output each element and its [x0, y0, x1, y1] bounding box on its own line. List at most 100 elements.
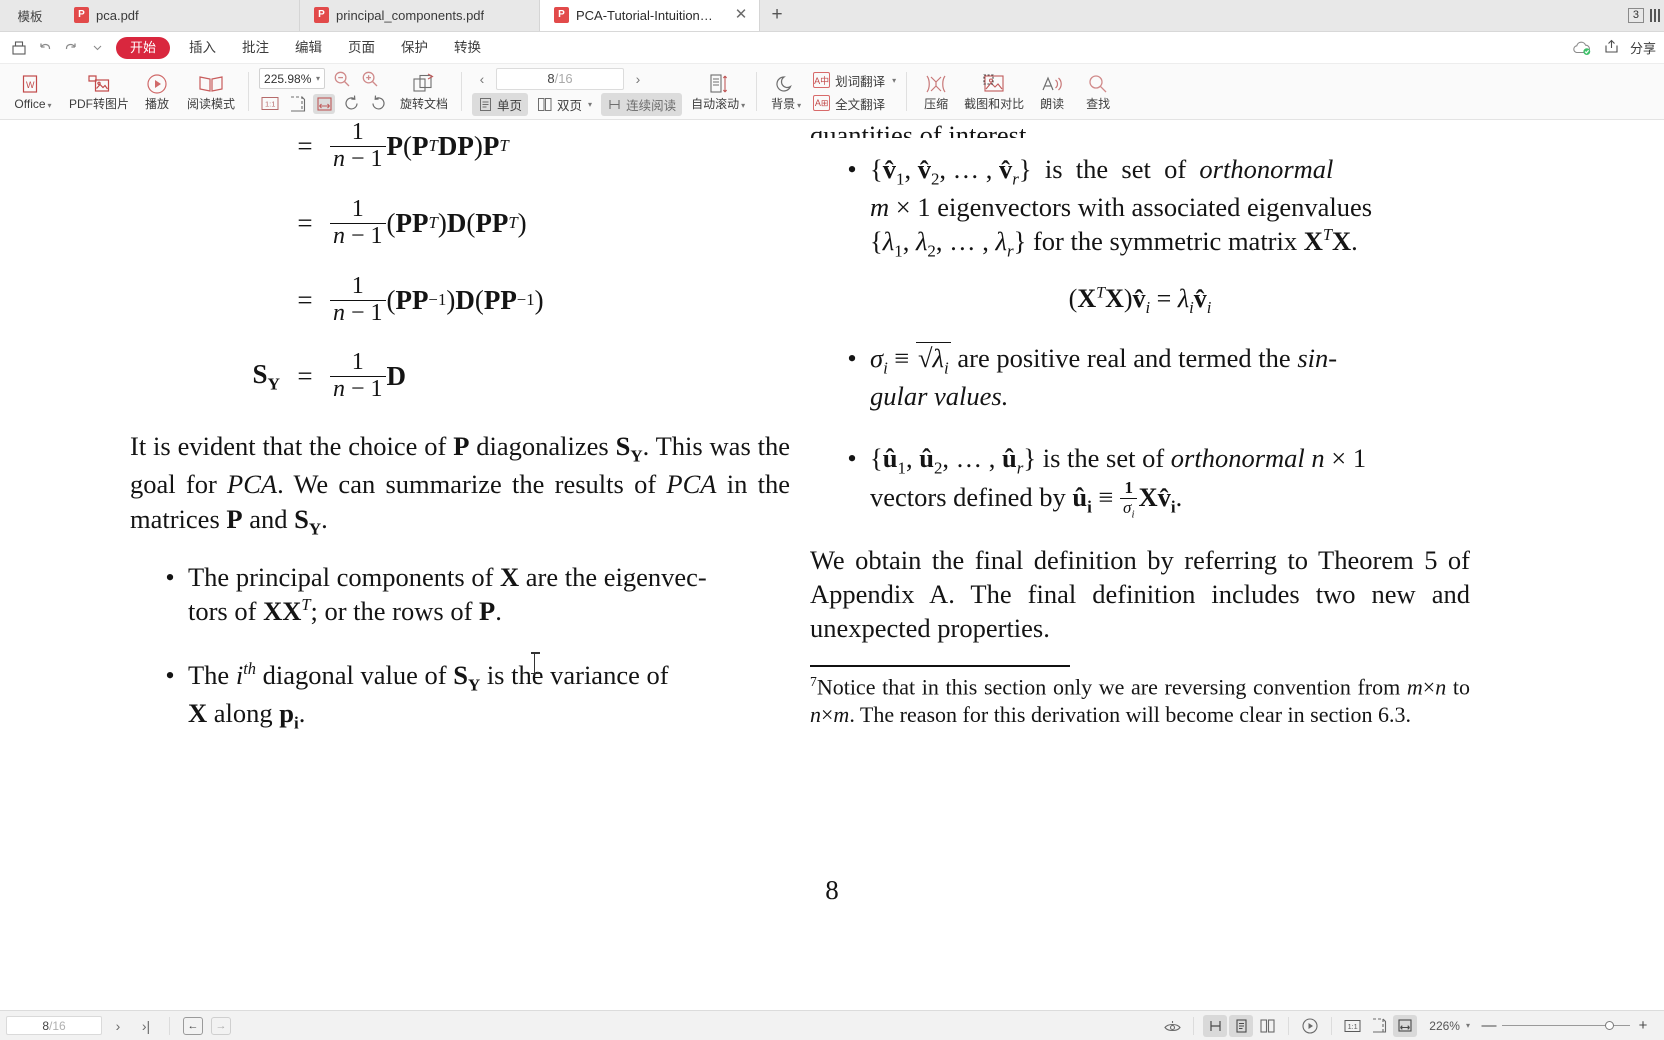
toolbar-read-mode-button[interactable]: 阅读模式: [180, 64, 242, 119]
toolbar-background-button[interactable]: 背景 ▾: [763, 64, 809, 119]
status-divider: [1331, 1016, 1333, 1035]
share-icon[interactable]: [1603, 39, 1620, 57]
auto-scroll-icon: [706, 72, 730, 96]
redo-icon[interactable]: [58, 35, 84, 61]
menu-item-insert[interactable]: 插入: [176, 32, 229, 64]
status-divider: [1288, 1016, 1290, 1035]
zoom-level-display[interactable]: 226% ▾: [1429, 1019, 1470, 1033]
toolbar-read-mode-label: 阅读模式: [187, 97, 236, 111]
toolbar-find-button[interactable]: 查找: [1075, 64, 1121, 119]
chevron-right-icon[interactable]: ›: [628, 68, 648, 90]
close-icon[interactable]: ✕: [733, 6, 749, 24]
next-view-button[interactable]: →: [211, 1016, 231, 1035]
toolbar-rotate-document-label: 旋转文档: [400, 97, 449, 111]
actual-size-icon[interactable]: 1:1: [259, 94, 281, 114]
menu-item-start[interactable]: 开始: [116, 36, 171, 59]
fit-page-button[interactable]: [1367, 1015, 1391, 1037]
continuous-scroll-button[interactable]: [1203, 1014, 1228, 1037]
previous-view-button[interactable]: ←: [183, 1016, 203, 1035]
menu-item-convert[interactable]: 转换: [441, 32, 494, 64]
double-page-mode-button[interactable]: 双页 ▾: [531, 93, 598, 116]
zoom-slider[interactable]: [1502, 1021, 1630, 1030]
toolbar-office-button[interactable]: W Office ▾: [2, 64, 64, 119]
next-page-button[interactable]: ›: [106, 1015, 130, 1037]
chevron-left-icon[interactable]: ‹: [472, 68, 492, 90]
undo-icon[interactable]: [32, 35, 58, 61]
list-item: • The ith diagonal value of SY is the va…: [152, 658, 790, 734]
play-icon[interactable]: [1298, 1015, 1322, 1037]
tab-pca-tutorial-intuition-pdf[interactable]: PCA-Tutorial-Intuition_jp.pdf ✕: [540, 0, 760, 31]
footnote-mark: 7: [810, 674, 817, 690]
chevron-down-icon[interactable]: ▾: [588, 100, 592, 109]
toolbar-find-label: 查找: [1086, 97, 1111, 111]
menu-item-page[interactable]: 页面: [335, 32, 388, 64]
chevron-down-icon[interactable]: ▾: [892, 76, 896, 85]
single-page-mode-button[interactable]: 单页: [472, 93, 529, 116]
toolbar-compress-button[interactable]: 压缩: [913, 64, 959, 119]
zoom-slider-knob[interactable]: [1605, 1021, 1614, 1030]
toolbar-pdf-to-image-button[interactable]: PDF转图片: [64, 64, 134, 119]
double-page-view-button[interactable]: [1255, 1015, 1279, 1037]
fit-width-button[interactable]: [1393, 1014, 1418, 1037]
list-item-text: σi ≡ √λi are positive real and termed th…: [870, 341, 1338, 411]
tab-principal-components-pdf[interactable]: principal_components.pdf: [300, 0, 540, 31]
tab-pca-pdf[interactable]: pca.pdf: [60, 0, 300, 31]
window-menu-icon[interactable]: [1650, 8, 1660, 22]
window-count-badge[interactable]: 3: [1627, 7, 1644, 23]
fit-width-icon[interactable]: [313, 93, 336, 114]
toolbar-screenshot-compare-button[interactable]: 截图和对比: [959, 64, 1029, 119]
toolbar-read-aloud-button[interactable]: 朗读: [1029, 64, 1075, 119]
zoom-out-button[interactable]: —: [1478, 1017, 1500, 1034]
cloud-sync-icon[interactable]: [1571, 40, 1593, 56]
last-page-button[interactable]: ›|: [134, 1015, 158, 1037]
chevron-down-icon[interactable]: [84, 35, 110, 61]
equation-operator: =: [297, 207, 313, 238]
template-tab[interactable]: 模板: [0, 0, 60, 31]
search-icon: [1086, 72, 1110, 96]
status-page-input[interactable]: 8/16: [6, 1016, 102, 1035]
toolbar-auto-scroll-button[interactable]: 自动滚动 ▾: [686, 64, 750, 119]
toolbar-compress-label: 压缩: [924, 97, 949, 111]
full-translate-button[interactable]: A⊞ 全文翻译: [813, 94, 896, 113]
save-icon[interactable]: [6, 35, 32, 61]
continuous-read-button[interactable]: 连续阅读: [601, 93, 683, 116]
zoom-level-input[interactable]: 225.98% ▾: [259, 68, 326, 89]
zoom-level-value: 225.98%: [264, 71, 312, 86]
list-item: • {û1, û2, … , ûr} is the set of orthono…: [834, 441, 1470, 521]
equation-body: 1n − 1 (PP −1) D(PP −1): [330, 273, 544, 327]
page-number-input[interactable]: 8/16: [496, 67, 625, 90]
eye-icon[interactable]: [1160, 1015, 1184, 1037]
rotate-counterclockwise-icon[interactable]: [367, 94, 389, 114]
equation-body: 1n − 1 P(P T DP) P T: [330, 120, 509, 173]
equation-operator: =: [297, 361, 313, 392]
zoom-in-button[interactable]: +: [1632, 1017, 1654, 1034]
toolbar-office-label: Office ▾: [14, 96, 52, 111]
menu-item-edit[interactable]: 编辑: [282, 32, 335, 64]
actual-size-button[interactable]: 1:1: [1341, 1015, 1365, 1037]
toolbar-rotate-document-button[interactable]: 旋转文档: [393, 64, 455, 119]
full-translate-label: 全文翻译: [835, 97, 886, 112]
menu-item-protect[interactable]: 保护: [388, 32, 441, 64]
read-aloud-icon: [1039, 72, 1065, 96]
pdf-file-icon: [314, 7, 329, 23]
zoom-in-icon[interactable]: [359, 69, 381, 89]
menu-item-annotate[interactable]: 批注: [229, 32, 282, 64]
single-page-view-button[interactable]: [1229, 1014, 1254, 1037]
new-tab-button[interactable]: +: [760, 0, 794, 31]
share-label[interactable]: 分享: [1630, 38, 1656, 57]
chevron-down-icon[interactable]: ▾: [1466, 1021, 1470, 1030]
svg-text:1:1: 1:1: [1348, 1022, 1358, 1031]
right-paragraph: We obtain the final definition by referr…: [810, 544, 1470, 643]
list-item-text: {û1, û2, … , ûr} is the set of orthonorm…: [870, 443, 1367, 520]
chevron-down-icon[interactable]: ▾: [316, 74, 320, 83]
document-viewport[interactable]: = 1n − 1 P(P T DP) P T = 1n − 1 (PP T)…: [0, 120, 1664, 1010]
svg-text:1:1: 1:1: [265, 100, 275, 109]
continuous-read-label: 连续阅读: [626, 99, 677, 113]
toolbar-play-button[interactable]: 播放: [134, 64, 180, 119]
rotate-clockwise-icon[interactable]: [340, 94, 362, 114]
equation-block: = 1n − 1 P(P T DP) P T = 1n − 1 (PP T)…: [130, 120, 790, 403]
menu-bar: 开始 插入 批注 编辑 页面 保护 转换 分享: [0, 32, 1664, 64]
zoom-out-icon[interactable]: [331, 69, 353, 89]
fit-page-icon[interactable]: [286, 94, 308, 114]
word-translate-button[interactable]: A中 划词翻译 ▾: [813, 71, 896, 90]
